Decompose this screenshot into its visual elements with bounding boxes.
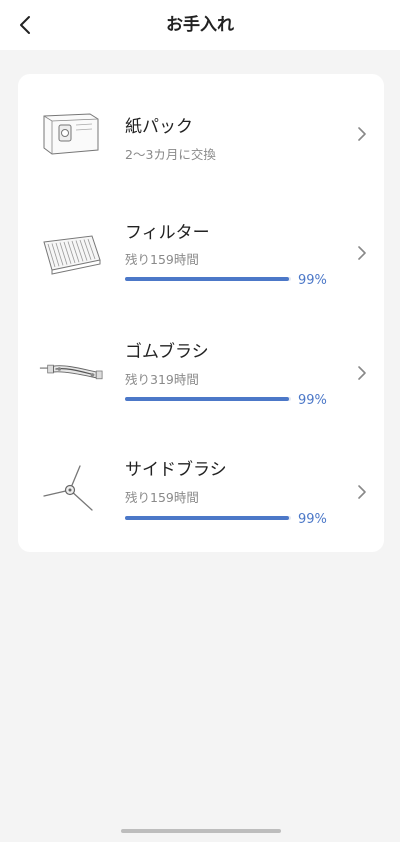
chevron-right-icon (358, 246, 366, 260)
life-progress-bar (125, 277, 291, 281)
item-remaining-time: 残り159時間 (125, 252, 199, 267)
life-percent: 99% (298, 393, 327, 408)
life-progress-bar (125, 516, 291, 520)
item-name: 紙パック (125, 117, 193, 137)
chevron-right-icon (358, 366, 366, 380)
item-replacement-interval: 2〜3カ月に交換 (125, 147, 216, 162)
life-percent: 99% (298, 273, 327, 288)
rubber-brush-icon (36, 336, 106, 406)
filter-icon (36, 219, 106, 289)
life-progress-fill (125, 277, 290, 281)
maintenance-item-filter[interactable]: フィルター 残り159時間 99% (18, 193, 384, 312)
chevron-right-icon (358, 127, 366, 141)
home-indicator[interactable] (121, 829, 281, 833)
item-name: サイドブラシ (125, 460, 227, 480)
maintenance-item-dust-bag[interactable]: 紙パック 2〜3カ月に交換 (18, 74, 384, 193)
life-progress-fill (125, 397, 290, 401)
life-progress-fill (125, 516, 290, 520)
item-name: ゴムブラシ (125, 342, 209, 362)
maintenance-item-rubber-brush[interactable]: ゴムブラシ 残り319時間 99% (18, 312, 384, 431)
dust-bag-icon (36, 98, 106, 168)
maintenance-item-side-brush[interactable]: サイドブラシ 残り159時間 99% (18, 431, 384, 550)
header-bar: お手入れ (0, 0, 400, 50)
life-percent: 99% (298, 512, 327, 527)
item-remaining-time: 残り319時間 (125, 372, 199, 387)
life-progress-bar (125, 397, 291, 401)
item-remaining-time: 残り159時間 (125, 490, 199, 505)
side-brush-icon (36, 455, 106, 525)
chevron-right-icon (358, 485, 366, 499)
page-title: お手入れ (166, 15, 234, 35)
maintenance-list-card: 紙パック 2〜3カ月に交換 フィルター 残り159時間 99% ゴムブラシ 残り… (18, 74, 384, 552)
item-name: フィルター (125, 223, 210, 243)
